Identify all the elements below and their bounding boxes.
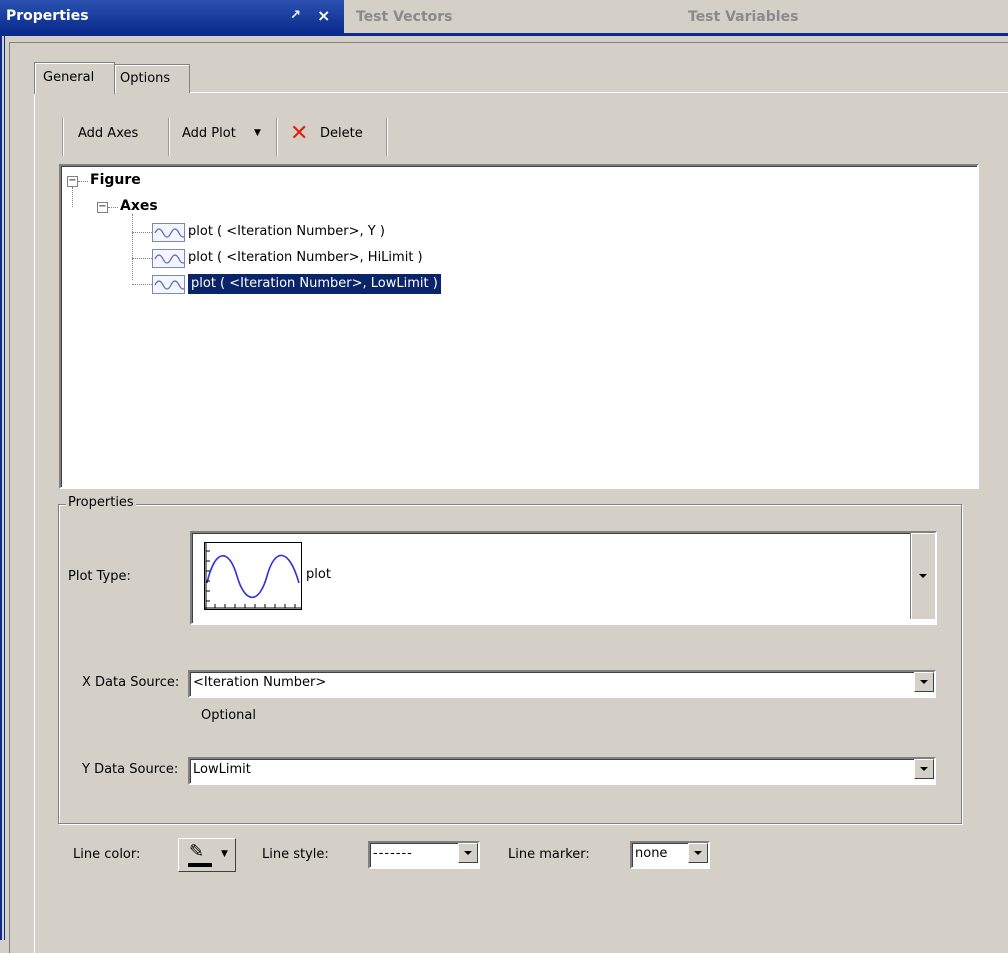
plot-wave-icon-graphic	[154, 280, 188, 290]
chevron-down-icon: ▼	[221, 849, 228, 859]
tree-node-figure[interactable]: Figure	[90, 172, 141, 188]
x-data-source-value: <Iteration Number>	[193, 675, 327, 690]
tab-general-label: General	[43, 70, 95, 85]
tree-connector	[72, 187, 73, 207]
line-marker-label: Line marker:	[508, 847, 590, 862]
chevron-down-icon: ▼	[254, 128, 261, 138]
toolbar-separator	[168, 118, 169, 156]
tree-node-plot[interactable]: plot ( <Iteration Number>, HiLimit )	[185, 248, 426, 268]
y-data-source-value: LowLimit	[193, 762, 251, 777]
line-style-select[interactable]: -------	[368, 841, 480, 869]
plot-wave-icon-graphic	[154, 254, 188, 264]
tab-options-label: Options	[120, 71, 171, 86]
tab-strip-underline	[0, 33, 1008, 36]
plot-wave-icon-graphic	[154, 228, 188, 238]
tree-node-plot-selected[interactable]: plot ( <Iteration Number>, LowLimit )	[187, 273, 442, 295]
plot-type-dropdown-button[interactable]	[910, 533, 935, 619]
line-style-value: -------	[373, 846, 413, 861]
plot-type-value: plot	[306, 567, 331, 582]
sine-plot-icon	[204, 542, 302, 610]
chevron-down-icon	[920, 767, 928, 771]
line-marker-select[interactable]: none	[630, 841, 710, 869]
tree-connector	[78, 181, 88, 182]
line-style-dropdown-button[interactable]	[458, 843, 478, 863]
tree-connector	[132, 258, 152, 259]
x-data-source-dropdown-button[interactable]	[914, 672, 934, 692]
tab-properties-label: Properties	[6, 8, 89, 24]
tree-node-axes[interactable]: Axes	[120, 198, 158, 214]
x-data-source-label: X Data Source:	[82, 675, 180, 690]
y-data-source-select[interactable]: LowLimit	[188, 757, 936, 785]
plot-type-select[interactable]: plot	[190, 531, 937, 625]
toolbar-grip	[62, 118, 63, 156]
line-marker-value: none	[635, 846, 668, 861]
toolbar-separator	[276, 118, 277, 156]
tab-options[interactable]: Options	[114, 64, 190, 93]
properties-group-title: Properties	[66, 495, 136, 510]
plot-wave-icon	[152, 249, 188, 268]
collapse-icon[interactable]: −	[97, 202, 108, 213]
y-data-source-label: Y Data Source:	[82, 762, 179, 777]
tab-general[interactable]: General	[34, 62, 115, 94]
add-plot-label: Add Plot	[182, 126, 236, 141]
chevron-down-icon	[920, 680, 928, 684]
y-data-source-dropdown-button[interactable]	[914, 759, 934, 779]
add-plot-button[interactable]: Add Plot ▼	[182, 126, 261, 148]
line-color-label: Line color:	[73, 847, 141, 862]
sine-plot-icon-graphic	[205, 543, 301, 609]
add-axes-button[interactable]: Add Axes	[78, 126, 138, 148]
tab-test-vectors[interactable]: Test Vectors	[344, 0, 679, 33]
plot-type-label: Plot Type:	[68, 569, 131, 584]
window-edge-inner	[4, 36, 5, 940]
chevron-down-icon	[694, 851, 702, 855]
line-color-button[interactable]: ✎ ▼	[178, 838, 236, 872]
add-axes-label: Add Axes	[78, 126, 139, 141]
x-data-source-select[interactable]: <Iteration Number>	[188, 670, 936, 698]
chevron-down-icon	[464, 851, 472, 855]
close-icon[interactable]: ×	[317, 6, 330, 25]
figure-tree[interactable]	[59, 164, 979, 489]
tab-test-vectors-label: Test Vectors	[356, 9, 453, 25]
line-color-swatch	[188, 863, 212, 867]
toolbar-separator	[386, 118, 387, 156]
line-marker-dropdown-button[interactable]	[688, 843, 708, 863]
collapse-icon[interactable]: −	[67, 176, 78, 187]
chevron-down-icon	[919, 574, 927, 578]
tree-connector	[132, 284, 152, 285]
line-style-label: Line style:	[262, 847, 329, 862]
delete-label: Delete	[320, 126, 363, 141]
plot-wave-icon	[152, 223, 188, 242]
x-data-source-hint: Optional	[201, 708, 256, 723]
delete-icon: ✕	[290, 121, 309, 146]
tab-properties[interactable]: Properties ↗ ×	[0, 0, 344, 33]
tree-connector	[132, 214, 133, 280]
tree-connector	[108, 207, 118, 208]
tab-test-variables[interactable]: Test Variables	[678, 0, 1008, 33]
pin-icon[interactable]: ↗	[290, 8, 301, 23]
plot-wave-icon	[152, 275, 188, 294]
tab-test-variables-label: Test Variables	[688, 9, 799, 25]
window-edge	[0, 36, 2, 940]
tree-node-plot[interactable]: plot ( <Iteration Number>, Y )	[185, 222, 388, 242]
pen-icon: ✎	[189, 841, 205, 862]
tree-connector	[132, 232, 152, 233]
